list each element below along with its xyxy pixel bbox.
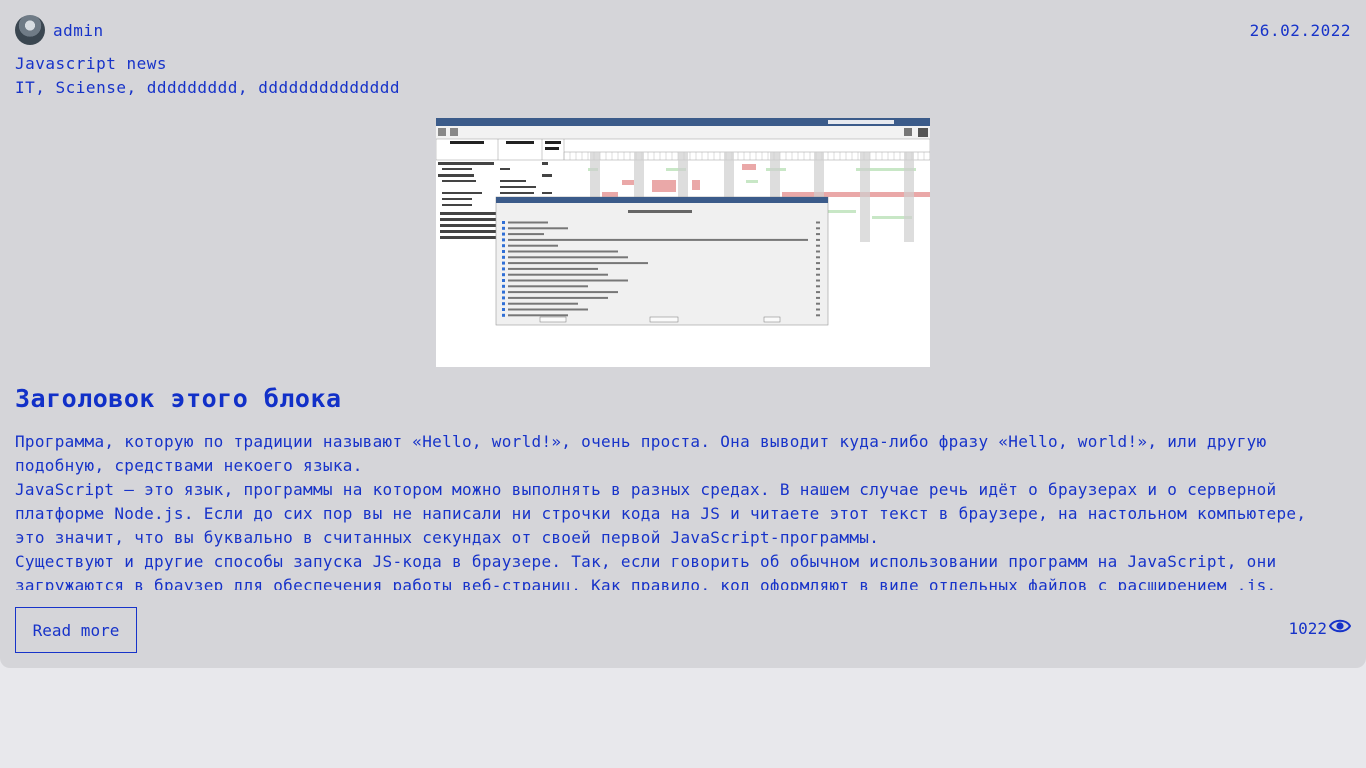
post-category[interactable]: Javascript news	[15, 54, 167, 73]
author[interactable]: admin	[15, 15, 104, 45]
post-paragraph: Программа, которую по традиции называют …	[15, 432, 1267, 475]
author-name[interactable]: admin	[53, 21, 104, 40]
avatar[interactable]	[15, 15, 45, 45]
post-body: Программа, которую по традиции называют …	[15, 430, 1335, 590]
post-title[interactable]: Заголовок этого блока	[15, 384, 342, 413]
eye-icon	[1328, 618, 1352, 638]
post-card: admin 26.02.2022 Javascript news IT, Sci…	[0, 0, 1366, 668]
post-image	[436, 118, 930, 367]
post-paragraph: JavaScript — это язык, программы на кото…	[15, 480, 1307, 547]
post-date: 26.02.2022	[1249, 20, 1351, 40]
read-more-button[interactable]: Read more	[15, 607, 137, 653]
post-paragraph: Существуют и другие способы запуска JS-к…	[15, 552, 1277, 590]
views-count: 1022	[1288, 618, 1327, 638]
post-tags[interactable]: IT, Sciense, ddddddddd, dddddddddddddd	[15, 78, 400, 97]
post-meta: admin 26.02.2022	[15, 14, 1351, 46]
views-counter: 1022	[1288, 618, 1352, 638]
